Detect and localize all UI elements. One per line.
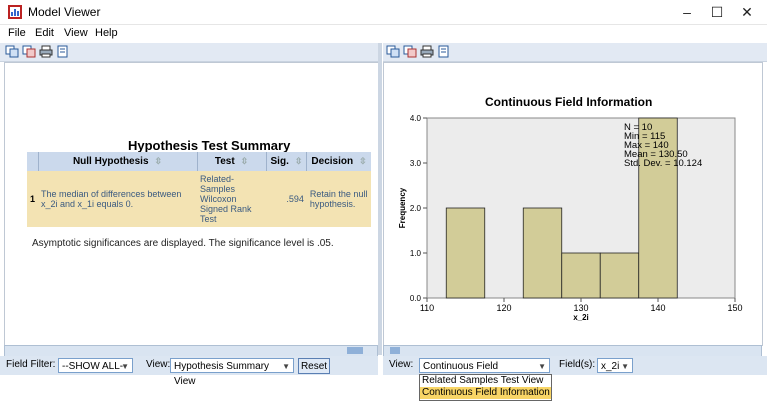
histogram-bar bbox=[445, 207, 486, 299]
sort-icon[interactable]: ⇳ bbox=[155, 156, 163, 166]
chart-title: Continuous Field Information bbox=[485, 95, 653, 109]
copy-icon[interactable] bbox=[386, 45, 400, 58]
dropdown-option-related-samples[interactable]: Related Samples Test View bbox=[420, 375, 551, 387]
copy-special-icon[interactable] bbox=[403, 45, 417, 58]
menu-file[interactable]: File bbox=[8, 27, 26, 39]
histogram-chart: 110 120 130 140 150 0.0 1.0 2.0 3.0 4.0 x_2i Freque… bbox=[398, 114, 743, 322]
row-index: 1 bbox=[27, 171, 39, 227]
fields-dropdown[interactable]: x_2i ▼ bbox=[597, 358, 633, 373]
y-tick-label: 4.0 bbox=[410, 114, 422, 123]
fields-value: x_2i bbox=[601, 361, 620, 372]
column-header-label: Test bbox=[214, 156, 235, 167]
y-tick-label: 2.0 bbox=[410, 204, 422, 213]
column-header-label: Sig. bbox=[270, 156, 289, 167]
sort-icon[interactable]: ⇳ bbox=[295, 156, 303, 166]
hypothesis-table-title: Hypothesis Test Summary bbox=[128, 138, 291, 153]
x-tick-label: 120 bbox=[496, 303, 511, 313]
histogram-bar bbox=[561, 252, 601, 299]
significance-note: Asymptotic significances are displayed. … bbox=[32, 238, 334, 249]
field-filter-label: Field Filter: bbox=[6, 359, 56, 370]
y-axis-label: Frequency bbox=[398, 187, 407, 228]
column-header-test[interactable]: Test ⇳ bbox=[197, 152, 267, 171]
view-label: View: bbox=[146, 359, 171, 370]
export-icon[interactable] bbox=[56, 45, 70, 58]
column-header-null-hypothesis[interactable]: Null Hypothesis ⇳ bbox=[38, 152, 198, 171]
field-filter-dropdown[interactable]: --SHOW ALL-- ▼ bbox=[58, 358, 133, 373]
histogram-bar bbox=[599, 252, 640, 299]
chevron-down-icon: ▼ bbox=[121, 362, 129, 371]
right-footer: View: Continuous Field Information ▼ Fie… bbox=[383, 356, 767, 387]
x-tick-label: 140 bbox=[650, 303, 665, 313]
column-header-sig[interactable]: Sig. ⇳ bbox=[266, 152, 308, 171]
view-value: Hypothesis Summary View bbox=[174, 361, 270, 387]
close-button[interactable]: ✕ bbox=[729, 0, 765, 24]
row-index-header bbox=[27, 152, 39, 171]
hypothesis-table: Null Hypothesis ⇳ Test ⇳ Sig. ⇳ Decision ⇳ 1… bbox=[27, 152, 371, 227]
table-header-row: Null Hypothesis ⇳ Test ⇳ Sig. ⇳ Decision ⇳ bbox=[27, 152, 371, 171]
copy-icon[interactable] bbox=[5, 45, 19, 58]
cell-test: Related-Samples Wilcoxon Signed Rank Tes… bbox=[197, 171, 267, 227]
left-toolbar bbox=[0, 43, 378, 62]
menu-edit[interactable]: Edit bbox=[35, 27, 54, 39]
print-icon[interactable] bbox=[39, 45, 53, 58]
cell-sig: .594 bbox=[266, 171, 307, 227]
copy-special-icon[interactable] bbox=[22, 45, 36, 58]
y-tick-label: 0.0 bbox=[410, 294, 422, 303]
right-toolbar bbox=[383, 43, 767, 62]
sort-icon[interactable]: ⇳ bbox=[359, 156, 367, 166]
cell-null-hypothesis: The median of differences between x_2i a… bbox=[38, 171, 198, 227]
x-tick-label: 110 bbox=[420, 303, 434, 313]
window-title: Model Viewer bbox=[28, 5, 101, 19]
view-dropdown[interactable]: Hypothesis Summary View ▼ bbox=[170, 358, 294, 387]
column-header-label: Decision bbox=[311, 156, 354, 167]
field-filter-value: --SHOW ALL-- bbox=[62, 361, 127, 372]
y-tick-label: 3.0 bbox=[410, 159, 422, 168]
view-label: View: bbox=[389, 359, 414, 370]
y-tick-label: 1.0 bbox=[410, 249, 422, 258]
scrollbar-thumb[interactable] bbox=[390, 347, 400, 354]
menu-help[interactable]: Help bbox=[95, 27, 118, 39]
title-bar: Model Viewer – ☐ ✕ bbox=[0, 0, 767, 25]
cell-decision: Retain the null hypothesis. bbox=[306, 171, 371, 227]
scrollbar-thumb[interactable] bbox=[347, 347, 363, 354]
menu-bar: File Edit View Help bbox=[0, 25, 767, 43]
reset-button[interactable]: Reset bbox=[298, 358, 330, 374]
histogram-bar bbox=[522, 207, 563, 299]
column-header-label: Null Hypothesis bbox=[72, 156, 149, 167]
dropdown-option-continuous-field[interactable]: Continuous Field Information bbox=[420, 387, 551, 399]
x-axis-label: x_2i bbox=[573, 313, 589, 322]
x-tick-label: 150 bbox=[727, 303, 742, 313]
view-dropdown-list: Related Samples Test View Continuous Fie… bbox=[419, 374, 552, 401]
sort-icon[interactable]: ⇳ bbox=[241, 156, 249, 166]
table-row[interactable]: 1 The median of differences between x_2i… bbox=[27, 171, 371, 227]
menu-view[interactable]: View bbox=[64, 27, 88, 39]
view-dropdown[interactable]: Continuous Field Information ▼ bbox=[419, 358, 550, 387]
print-icon[interactable] bbox=[420, 45, 434, 58]
app-icon bbox=[8, 5, 22, 19]
left-footer: Field Filter: --SHOW ALL-- ▼ View: Hypot… bbox=[0, 356, 378, 387]
chevron-down-icon: ▼ bbox=[621, 362, 629, 371]
stats-line: Std. Dev. = 10.124 bbox=[624, 158, 702, 169]
x-tick-label: 130 bbox=[573, 303, 588, 313]
chevron-down-icon: ▼ bbox=[282, 362, 290, 371]
pane-splitter[interactable] bbox=[378, 43, 382, 355]
export-icon[interactable] bbox=[437, 45, 451, 58]
column-header-decision[interactable]: Decision ⇳ bbox=[306, 152, 371, 171]
chevron-down-icon: ▼ bbox=[538, 362, 546, 371]
fields-label: Field(s): bbox=[559, 359, 596, 370]
